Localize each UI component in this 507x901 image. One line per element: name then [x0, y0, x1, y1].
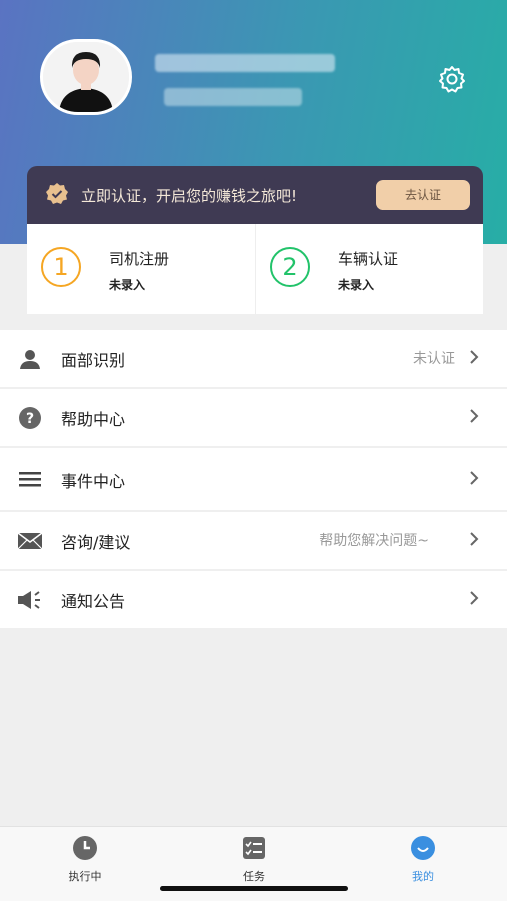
menu-item-consult-suggest[interactable]: 咨询/建议 帮助您解决问题~ [0, 512, 507, 571]
menu-item-hint: 未认证 [413, 351, 455, 367]
chevron-right-icon [470, 471, 479, 485]
menu-item-label: 咨询/建议 [61, 533, 131, 552]
verify-banner: 立即认证，开启您的赚钱之旅吧! 去认证 [27, 166, 483, 224]
gear-icon[interactable] [437, 64, 467, 94]
menu-item-label: 事件中心 [61, 472, 126, 491]
step-status: 未录入 [109, 278, 146, 292]
step-vehicle-certification[interactable]: 2 车辆认证 未录入 [256, 224, 484, 314]
menu-item-notices[interactable]: 通知公告 [0, 571, 507, 630]
step-number-1: 1 [41, 247, 81, 287]
list-icon [19, 472, 41, 487]
menu-item-label: 通知公告 [61, 592, 126, 611]
registration-steps: 1 司机注册 未录入 2 车辆认证 未录入 [27, 224, 483, 314]
go-verify-button[interactable]: 去认证 [376, 180, 470, 210]
menu-item-event-center[interactable]: 事件中心 [0, 448, 507, 512]
tab-executing[interactable]: 执行中 [55, 835, 115, 885]
menu-item-help-center[interactable]: ? 帮助中心 [0, 389, 507, 448]
tab-label: 任务 [243, 870, 265, 883]
svg-text:?: ? [26, 411, 34, 427]
tab-label: 我的 [412, 870, 434, 883]
step-number-2: 2 [270, 247, 310, 287]
avatar[interactable] [40, 39, 132, 115]
home-indicator[interactable] [160, 886, 348, 891]
avatar-image [43, 42, 129, 112]
tasks-icon [243, 837, 265, 859]
username-redacted [155, 54, 335, 72]
phone-redacted [164, 88, 302, 106]
profile-icon [411, 836, 435, 860]
verified-badge-icon [46, 183, 68, 204]
chevron-right-icon [470, 350, 479, 364]
person-icon [20, 350, 40, 369]
tab-mine[interactable]: 我的 [393, 835, 453, 885]
step-title: 司机注册 [109, 250, 170, 268]
tab-label: 执行中 [68, 870, 102, 883]
clock-icon [73, 836, 97, 860]
menu-list: 面部识别 未认证 ? 帮助中心 事件中心 咨询/建议 帮助您解决问题~ 通知公告 [0, 330, 507, 630]
tab-tasks[interactable]: 任务 [224, 835, 284, 885]
step-driver-registration[interactable]: 1 司机注册 未录入 [27, 224, 255, 314]
menu-item-label: 面部识别 [61, 351, 126, 370]
megaphone-icon [18, 591, 40, 609]
step-status: 未录入 [338, 278, 375, 292]
menu-item-label: 帮助中心 [61, 410, 126, 429]
menu-item-face-recognition[interactable]: 面部识别 未认证 [0, 330, 507, 389]
verify-banner-text: 立即认证，开启您的赚钱之旅吧! [81, 187, 298, 205]
menu-item-hint: 帮助您解决问题~ [319, 533, 429, 549]
mail-icon [17, 532, 43, 550]
step-title: 车辆认证 [338, 250, 399, 268]
chevron-right-icon [470, 409, 479, 423]
chevron-right-icon [470, 532, 479, 546]
chevron-right-icon [470, 591, 479, 605]
question-icon: ? [19, 407, 41, 429]
